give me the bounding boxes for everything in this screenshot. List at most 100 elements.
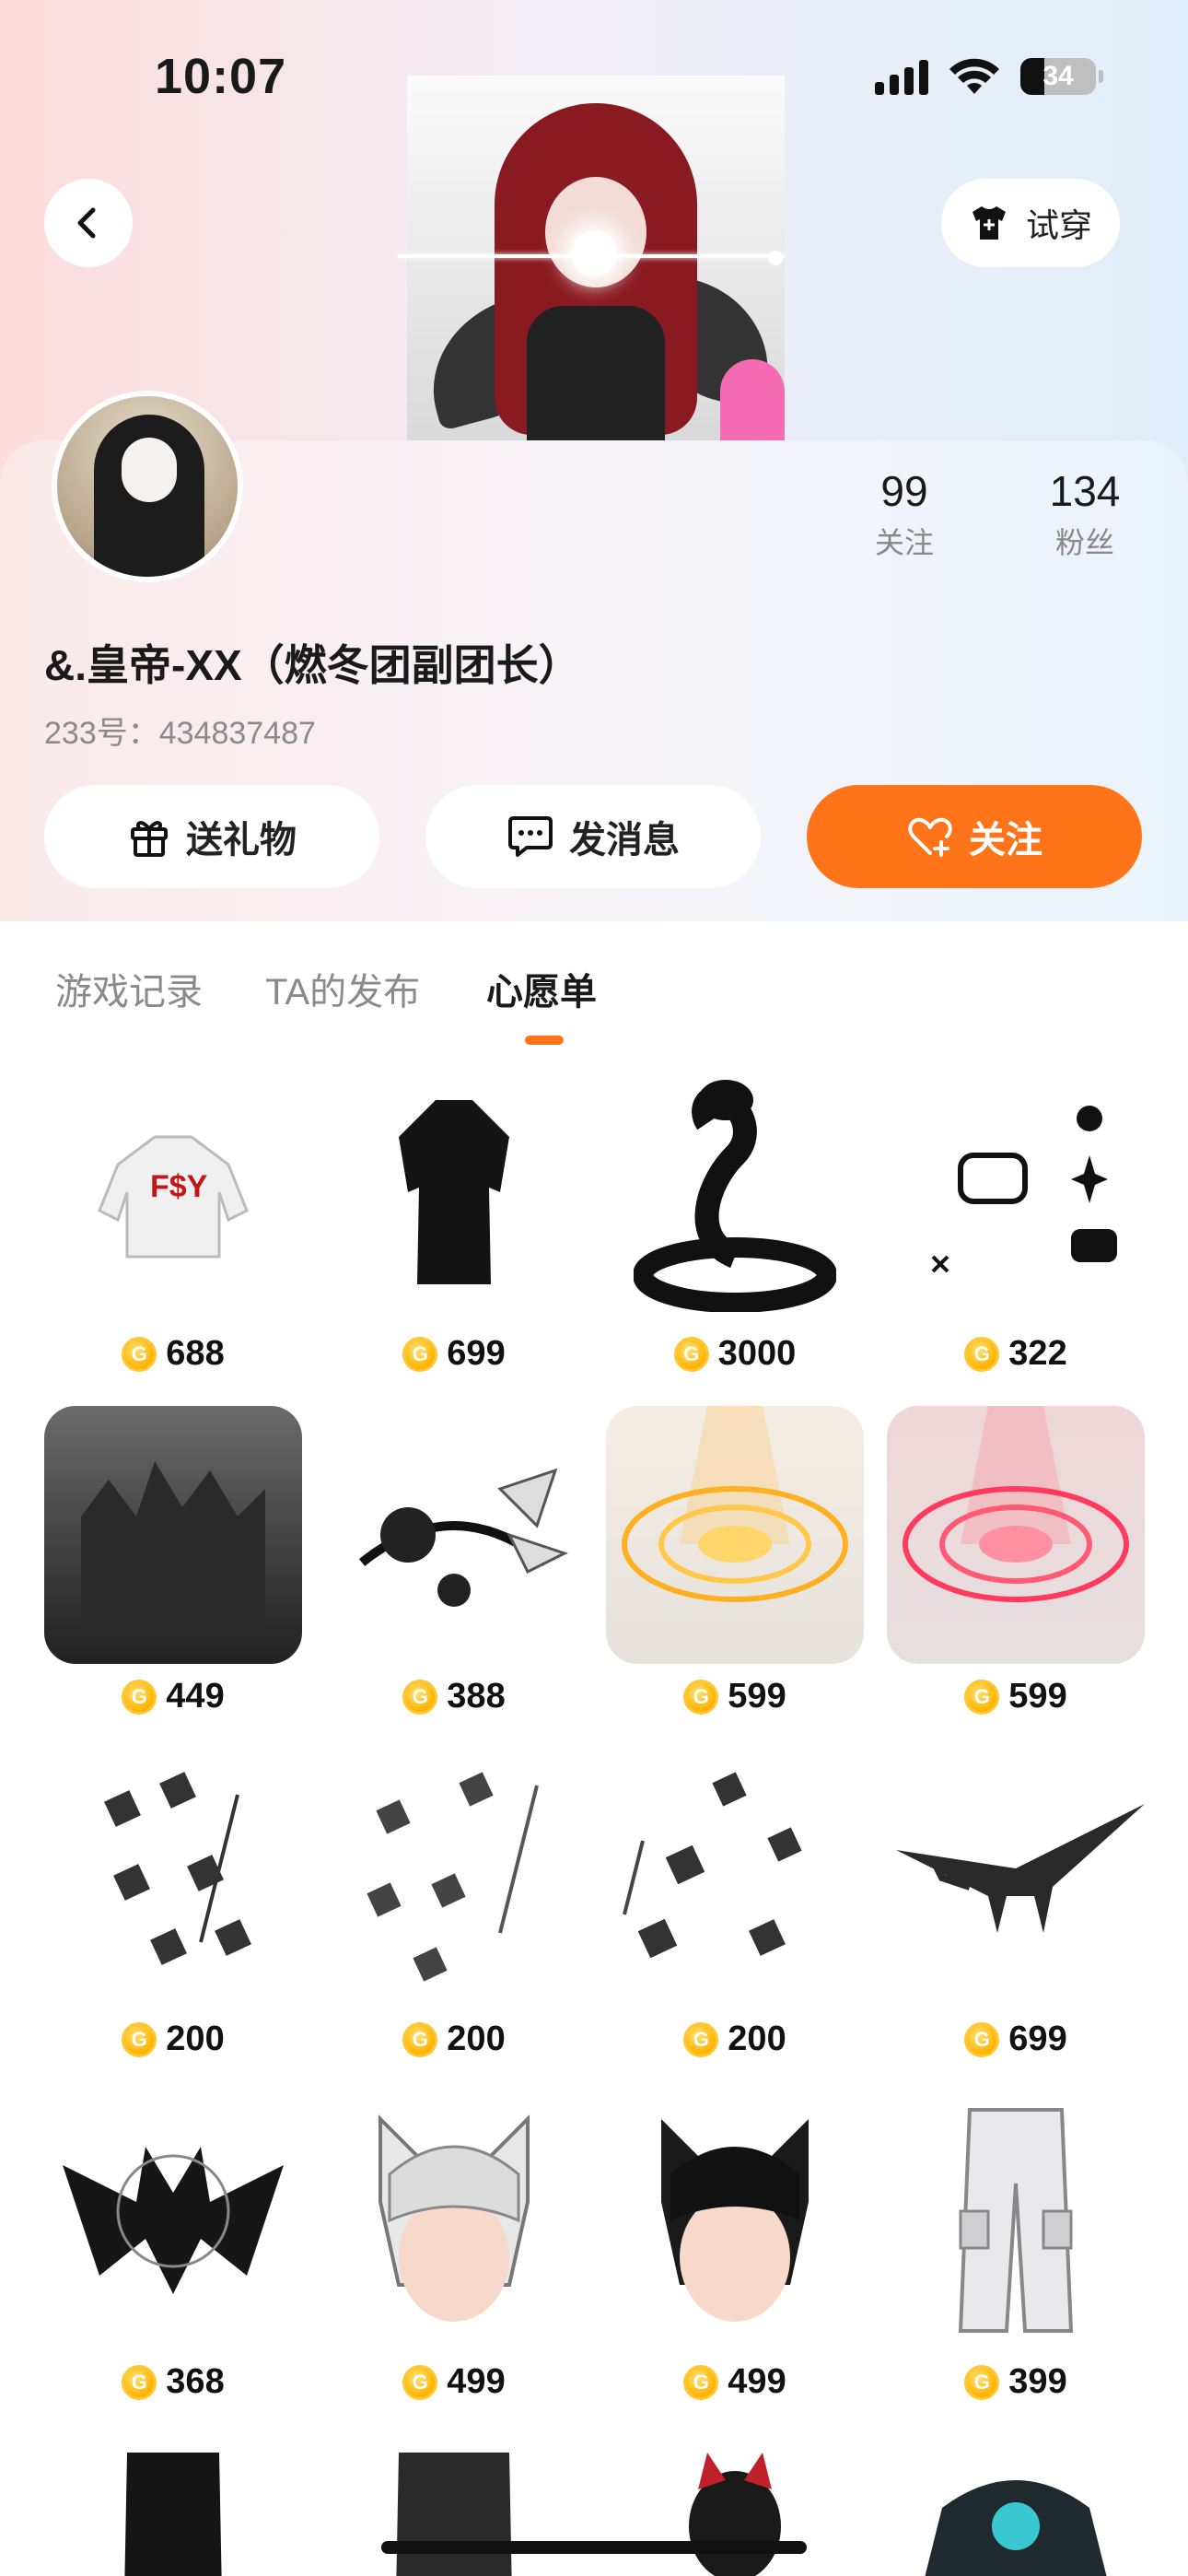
item-thumbnail <box>325 1406 583 1664</box>
item-thumbnail <box>606 2091 864 2349</box>
item-price: G 3000 <box>606 1334 864 1374</box>
item-price: G 449 <box>44 1677 302 1716</box>
g-coin-icon: G <box>964 2364 1000 2400</box>
wishlist-item[interactable]: G 499 <box>606 2091 864 2432</box>
wishlist-item[interactable] <box>325 2434 583 2576</box>
item-thumbnail: F$Y <box>44 1063 302 1321</box>
wishlist-item[interactable]: G 599 <box>606 1406 864 1747</box>
wishlist-item[interactable]: F$Y G 688 <box>44 1063 302 1404</box>
item-thumbnail <box>325 1063 583 1321</box>
shirt-icon <box>972 206 1006 240</box>
g-coin-icon: G <box>683 2021 719 2057</box>
item-thumbnail <box>606 1063 864 1321</box>
g-coin-icon: G <box>402 2021 438 2057</box>
light-end-decoration <box>768 251 783 265</box>
item-thumbnail <box>44 2434 302 2576</box>
wishlist-item[interactable] <box>887 2434 1145 2576</box>
following-stat[interactable]: 99 关注 <box>849 466 960 562</box>
wishlist-item[interactable]: G 599 <box>887 1406 1145 1747</box>
cellular-signal-icon <box>875 58 928 95</box>
price-value: 322 <box>1008 1334 1067 1373</box>
g-coin-icon: G <box>402 2364 438 2400</box>
wishlist-item[interactable] <box>44 2434 302 2576</box>
fans-label: 粉丝 <box>1054 526 1114 559</box>
item-price: G 699 <box>887 2020 1145 2059</box>
wishlist-item[interactable]: G 200 <box>44 1749 302 2090</box>
wishlist-item[interactable]: G 499 <box>325 2091 583 2432</box>
user-avatar[interactable] <box>52 391 243 582</box>
g-coin-icon: G <box>122 2021 157 2057</box>
wishlist-item[interactable]: G 200 <box>606 1749 864 2090</box>
tab-posts[interactable]: TA的发布 <box>265 962 420 1015</box>
item-price: G 599 <box>887 1677 1145 1716</box>
wishlist-item[interactable]: G 368 <box>44 2091 302 2432</box>
heart-plus-icon <box>908 817 952 857</box>
g-coin-icon: G <box>122 1336 157 1372</box>
item-price: G 200 <box>325 2020 583 2059</box>
wishlist-item[interactable]: G 200 <box>325 1749 583 2090</box>
wishlist-item[interactable]: G 322 <box>887 1063 1145 1404</box>
battery-level: 34 <box>1042 61 1074 91</box>
send-message-label: 发消息 <box>569 820 680 861</box>
chat-bubble-icon <box>508 816 553 857</box>
wishlist-item[interactable]: G 449 <box>44 1406 302 1747</box>
fans-count: 134 <box>1049 467 1121 515</box>
wishlist-item[interactable]: G 3000 <box>606 1063 864 1404</box>
item-price: G 368 <box>44 2362 302 2402</box>
gift-icon <box>131 821 168 857</box>
item-price: G 388 <box>325 1677 583 1716</box>
chevron-left-icon <box>77 207 96 239</box>
back-button[interactable] <box>44 179 133 267</box>
item-thumbnail <box>44 2091 302 2349</box>
price-value: 200 <box>447 2020 506 2058</box>
price-value: 200 <box>728 2020 786 2058</box>
wishlist-item[interactable]: G 699 <box>325 1063 583 1404</box>
g-coin-icon: G <box>964 1336 1000 1372</box>
try-on-label: 试穿 <box>1025 206 1092 244</box>
tab-game-records[interactable]: 游戏记录 <box>55 962 203 1015</box>
item-thumbnail <box>887 1406 1145 1664</box>
g-coin-icon: G <box>122 1679 157 1715</box>
wishlist-item[interactable] <box>606 2434 864 2576</box>
user-nickname: &.皇帝-XX（燃冬团副团长） <box>44 641 581 689</box>
price-value: 368 <box>166 2362 225 2401</box>
light-orb-decoration <box>571 230 617 276</box>
price-value: 699 <box>447 1334 506 1373</box>
svg-text:F$Y: F$Y <box>150 1169 208 1204</box>
fans-stat[interactable]: 134 粉丝 <box>1030 466 1140 562</box>
g-coin-icon: G <box>964 2021 1000 2057</box>
price-value: 388 <box>447 1677 506 1715</box>
item-thumbnail <box>44 1406 302 1664</box>
follow-button[interactable]: 关注 <box>807 785 1142 888</box>
g-coin-icon: G <box>402 1336 438 1372</box>
item-thumbnail <box>44 1749 302 2007</box>
item-price: G 688 <box>44 1334 302 1374</box>
send-message-button[interactable]: 发消息 <box>425 785 761 888</box>
wishlist-item[interactable]: G 388 <box>325 1406 583 1747</box>
price-value: 699 <box>1008 2020 1067 2058</box>
g-coin-icon: G <box>683 2364 719 2400</box>
item-price: G 322 <box>887 1334 1145 1374</box>
active-tab-indicator <box>525 1036 564 1045</box>
tab-wishlist[interactable]: 心愿单 <box>486 962 597 1015</box>
wifi-icon <box>949 58 999 94</box>
item-price: G 200 <box>606 2020 864 2059</box>
battery-icon: 34 <box>1020 58 1103 95</box>
price-value: 449 <box>166 1677 225 1715</box>
send-gift-button[interactable]: 送礼物 <box>44 785 379 888</box>
item-thumbnail <box>887 2091 1145 2349</box>
item-thumbnail <box>325 2434 583 2576</box>
wishlist-item[interactable]: G 399 <box>887 2091 1145 2432</box>
price-value: 3000 <box>717 1334 797 1373</box>
price-value: 399 <box>1008 2362 1067 2401</box>
item-price: G 699 <box>325 1334 583 1374</box>
send-gift-label: 送礼物 <box>186 820 297 861</box>
price-value: 688 <box>166 1334 225 1373</box>
item-thumbnail <box>887 2434 1145 2576</box>
item-thumbnail <box>887 1063 1145 1321</box>
item-price: G 499 <box>325 2362 583 2402</box>
price-value: 599 <box>728 1677 786 1715</box>
try-on-button[interactable]: 试穿 <box>941 179 1120 267</box>
wishlist-item[interactable]: G 699 <box>887 1749 1145 2090</box>
g-coin-icon: G <box>673 1336 709 1372</box>
